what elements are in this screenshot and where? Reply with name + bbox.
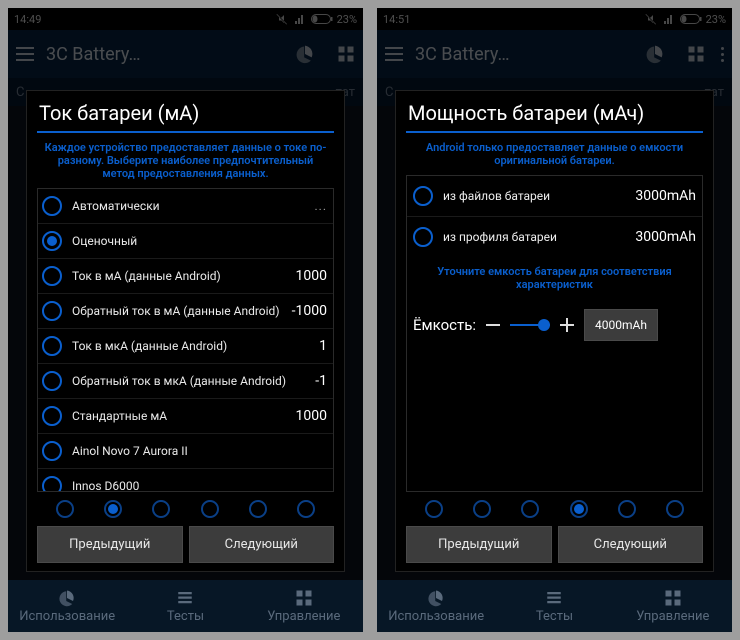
radio-icon (42, 336, 62, 356)
pager-dot-active[interactable] (570, 500, 588, 518)
bottom-tab-usage[interactable]: Использование (377, 580, 495, 632)
radio-label: Ток в мА (данные Android) (72, 269, 296, 283)
pager-dot[interactable] (56, 500, 74, 518)
radio-label: из файлов батареи (443, 189, 635, 203)
pager-dot[interactable] (297, 500, 315, 518)
dialog-body: Автоматически ... Оценочный Ток в мА (да… (37, 188, 334, 492)
radio-label: Обратный ток в мкА (данные Android) (72, 374, 315, 388)
radio-row-profile[interactable]: из профиля батареи 3000mAh (407, 216, 702, 257)
dialog-hint: Android только предоставляет данные о ем… (406, 137, 703, 175)
radio-value: -1 (315, 373, 327, 389)
radio-value: 3000mAh (635, 229, 696, 245)
radio-icon (42, 476, 62, 492)
radio-icon (42, 266, 62, 286)
dialog-buttons: Предыдущий Следующий (37, 526, 334, 563)
radio-row-ma-rev[interactable]: Обратный ток в мА (данные Android) -1000 (38, 293, 333, 328)
radio-row-mka[interactable]: Ток в мкА (данные Android) 1 (38, 328, 333, 363)
radio-label: Оценочный (72, 234, 327, 248)
capacity-slider-row: Ёмкость: 4000mAh (407, 301, 702, 349)
radio-label: Обратный ток в мА (данные Android) (72, 304, 292, 318)
radio-value: 1000 (296, 268, 327, 284)
pager-dot[interactable] (201, 500, 219, 518)
radio-icon (42, 231, 62, 251)
pager-dot[interactable] (249, 500, 267, 518)
radio-list: Автоматически ... Оценочный Ток в мА (да… (38, 189, 333, 492)
decrement-button[interactable] (484, 316, 502, 334)
slider-label: Ёмкость: (413, 316, 476, 334)
bottom-tab-control[interactable]: Управление (245, 580, 363, 632)
radio-icon (42, 301, 62, 321)
radio-icon (413, 227, 433, 247)
slider-track[interactable] (510, 324, 550, 326)
bottom-tab-tests[interactable]: Тесты (495, 580, 613, 632)
bottom-tabs: Использование Тесты Управление (377, 580, 732, 632)
radio-row-innos[interactable]: Innos D6000 (38, 468, 333, 492)
pager-dot[interactable] (666, 500, 684, 518)
phone-right: 14:51 23% 3C Battery… С тат Мощность бат… (377, 8, 732, 632)
slider-thumb[interactable] (538, 319, 550, 331)
radio-icon (42, 406, 62, 426)
dialog-hint2: Уточните емкость батареи для соответстви… (407, 257, 702, 301)
bottom-tab-label: Управление (636, 609, 709, 624)
bottom-tab-label: Управление (267, 609, 340, 624)
increment-button[interactable] (558, 316, 576, 334)
radio-icon (42, 371, 62, 391)
bottom-tab-label: Тесты (536, 609, 573, 624)
radio-label: Innos D6000 (72, 479, 327, 492)
bottom-tab-label: Использование (388, 609, 484, 624)
pager-dot[interactable] (425, 500, 443, 518)
radio-row-standard[interactable]: Стандартные мА 1000 (38, 398, 333, 433)
radio-row-files[interactable]: из файлов батареи 3000mAh (407, 176, 702, 216)
radio-label: Стандартные мА (72, 409, 296, 423)
dialog-buttons: Предыдущий Следующий (406, 526, 703, 563)
dialog-divider (406, 131, 703, 133)
pager-dot[interactable] (618, 500, 636, 518)
pager-dots (406, 492, 703, 524)
radio-value: -1000 (292, 303, 327, 319)
radio-row-mka-rev[interactable]: Обратный ток в мкА (данные Android) -1 (38, 363, 333, 398)
radio-row-auto[interactable]: Автоматически ... (38, 189, 333, 223)
radio-value: 3000mAh (635, 188, 696, 204)
radio-value: 1000 (296, 408, 327, 424)
bottom-tab-label: Тесты (167, 609, 204, 624)
radio-row-ainol[interactable]: Ainol Novo 7 Aurora II (38, 433, 333, 468)
pager-dots (37, 492, 334, 524)
bottom-tab-control[interactable]: Управление (614, 580, 732, 632)
radio-icon (42, 196, 62, 216)
dialog-hint: Каждое устройство предоставляет данные о… (37, 137, 334, 188)
radio-row-ma[interactable]: Ток в мА (данные Android) 1000 (38, 258, 333, 293)
dialog-current: Ток батареи (мА) Каждое устройство предо… (26, 90, 345, 572)
dialog-title: Ток батареи (мА) (37, 99, 334, 131)
radio-label: Ток в мкА (данные Android) (72, 339, 319, 353)
dialog-capacity: Мощность батареи (мАч) Android только пр… (395, 90, 714, 572)
bottom-tab-usage[interactable]: Использование (8, 580, 126, 632)
radio-icon (42, 441, 62, 461)
bottom-tab-label: Использование (19, 609, 115, 624)
phone-left: 14:49 23% 3C Battery… С тат Ток батареи … (8, 8, 363, 632)
next-button[interactable]: Следующий (189, 526, 335, 563)
pager-dot[interactable] (521, 500, 539, 518)
dialog-body: из файлов батареи 3000mAh из профиля бат… (406, 175, 703, 492)
capacity-value-chip[interactable]: 4000mAh (584, 309, 658, 341)
prev-button[interactable]: Предыдущий (37, 526, 183, 563)
pager-dot[interactable] (152, 500, 170, 518)
radio-icon (413, 186, 433, 206)
bottom-tabs: Использование Тесты Управление (8, 580, 363, 632)
dialog-title: Мощность батареи (мАч) (406, 99, 703, 131)
dialog-divider (37, 131, 334, 133)
pager-dot[interactable] (473, 500, 491, 518)
radio-label: из профиля батареи (443, 230, 635, 244)
radio-row-estimated[interactable]: Оценочный (38, 223, 333, 258)
radio-ellipsis[interactable]: ... (315, 199, 328, 213)
pager-dot-active[interactable] (104, 500, 122, 518)
radio-value: 1 (319, 338, 327, 354)
radio-label: Ainol Novo 7 Aurora II (72, 444, 327, 458)
radio-label: Автоматически (72, 199, 315, 213)
bottom-tab-tests[interactable]: Тесты (126, 580, 244, 632)
next-button[interactable]: Следующий (558, 526, 704, 563)
prev-button[interactable]: Предыдущий (406, 526, 552, 563)
